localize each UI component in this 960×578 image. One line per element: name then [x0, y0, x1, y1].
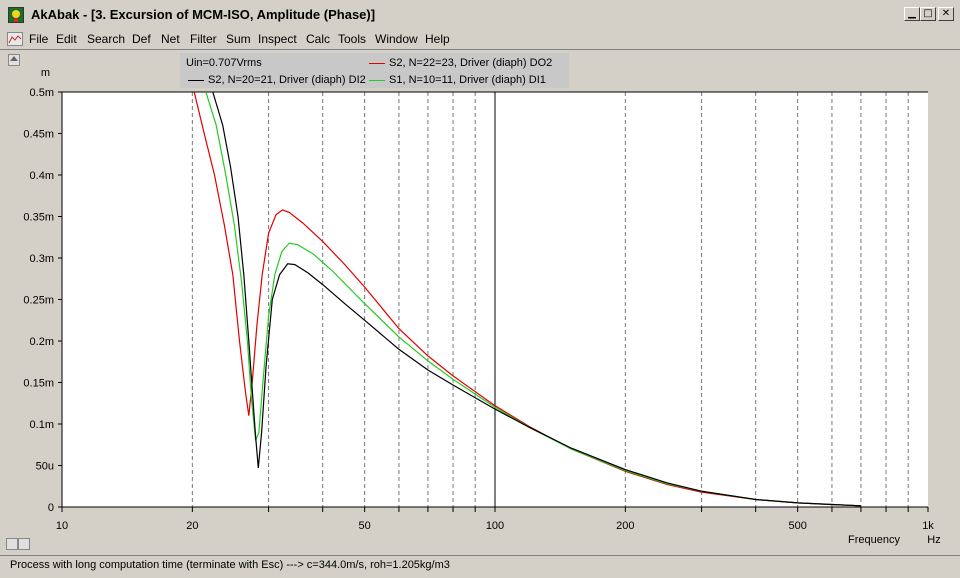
x-axis-unit: Hz: [927, 534, 940, 546]
excursion-chart[interactable]: 0.5m 0.45m 0.4m 0.35m 0.3m 0.25m 0.2m 0.15m 0.1m…: [0, 50, 960, 555]
legend-condition: Uin=0.707Vrms: [186, 57, 262, 69]
status-bar: Process with long computation time (term…: [0, 555, 960, 578]
akabak-app-icon[interactable]: [8, 7, 24, 23]
y-tick-label: 0.35m: [23, 212, 54, 224]
x-tick-label: 20: [186, 520, 198, 532]
menu-sum[interactable]: Sum: [226, 32, 251, 46]
legend-swatch-red: [369, 63, 385, 64]
close-button[interactable]: ✕: [938, 7, 954, 21]
menu-help[interactable]: Help: [425, 32, 450, 46]
legend-entry-di2: S2, N=20=21, Driver (diaph) DI2: [208, 74, 366, 86]
legend-swatch-green: [369, 80, 385, 81]
y-tick-label: 0.1m: [30, 419, 54, 431]
x-tick-label: 1k: [922, 520, 934, 532]
document-chart-icon[interactable]: [7, 32, 23, 46]
y-tick-label: 0: [48, 502, 54, 514]
y-tick-label: 50u: [36, 461, 54, 473]
menu-filter[interactable]: Filter: [190, 32, 217, 46]
y-tick-label: 0.3m: [30, 253, 54, 265]
y-axis-unit-label: m: [41, 67, 50, 79]
chart-area[interactable]: 0.5m 0.45m 0.4m 0.35m 0.3m 0.25m 0.2m 0.15m 0.1m…: [0, 50, 960, 555]
menu-file[interactable]: File: [29, 32, 48, 46]
y-tick-label: 0.5m: [30, 87, 54, 99]
scroll-up-arrow-icon[interactable]: [8, 54, 20, 66]
x-tick-label: 10: [56, 520, 68, 532]
window-title: AkAbak - [3. Excursion of MCM-ISO, Ampli…: [31, 7, 376, 22]
view-toggle-icon[interactable]: [6, 538, 18, 550]
chart-legend: Uin=0.707Vrms S2, N=22=23, Driver (diaph…: [180, 53, 569, 88]
menu-net[interactable]: Net: [161, 32, 180, 46]
menu-calc[interactable]: Calc: [306, 32, 330, 46]
y-tick-label: 0.4m: [30, 170, 54, 182]
menu-def[interactable]: Def: [132, 32, 151, 46]
legend-entry-do2: S2, N=22=23, Driver (diaph) DO2: [389, 57, 553, 69]
menu-tools[interactable]: Tools: [338, 32, 366, 46]
y-tick-label: 0.2m: [30, 336, 54, 348]
x-axis-label: Frequency: [848, 534, 900, 546]
x-tick-label: 200: [616, 520, 634, 532]
y-tick-label: 0.25m: [23, 295, 54, 307]
menu-bar: File Edit Search Def Net Filter Sum Insp…: [0, 30, 960, 76]
menu-search[interactable]: Search: [87, 32, 125, 46]
y-tick-label: 0.45m: [23, 129, 54, 141]
zoom-tool-icon[interactable]: [18, 538, 30, 550]
y-tick-label: 0.15m: [23, 378, 54, 390]
menu-edit[interactable]: Edit: [56, 32, 77, 46]
menu-window[interactable]: Window: [375, 32, 418, 46]
legend-swatch-black: [188, 80, 204, 81]
minimize-button[interactable]: ▁: [904, 7, 920, 21]
x-tick-label: 100: [486, 520, 504, 532]
title-bar: AkAbak - [3. Excursion of MCM-ISO, Ampli…: [0, 0, 960, 31]
status-text: Process with long computation time (term…: [10, 559, 450, 571]
maximize-button[interactable]: □: [920, 7, 936, 21]
menu-inspect[interactable]: Inspect: [258, 32, 297, 46]
x-tick-label: 50: [359, 520, 371, 532]
legend-entry-di1: S1, N=10=11, Driver (diaph) DI1: [389, 74, 546, 86]
x-tick-label: 500: [788, 520, 806, 532]
